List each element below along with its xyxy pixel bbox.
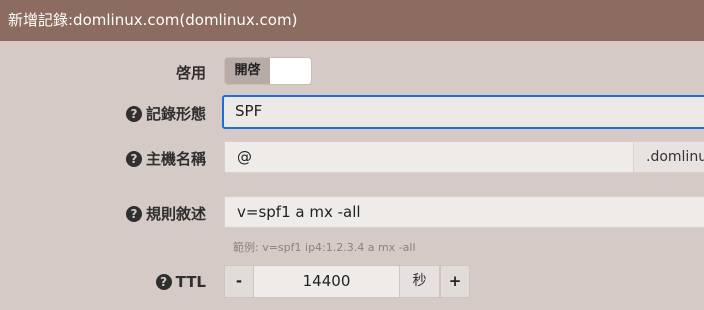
- rule-label: ? 規則敘述: [125, 203, 206, 224]
- ttl-unit: 秒: [399, 265, 440, 298]
- ttl-increment-button[interactable]: +: [440, 265, 470, 298]
- rule-input[interactable]: v=spf1 a mx -all: [224, 196, 704, 228]
- record-type-select[interactable]: SPF: [222, 95, 704, 129]
- question-circle-icon[interactable]: ?: [125, 105, 142, 122]
- question-circle-icon[interactable]: ?: [155, 274, 172, 290]
- hostname-domain-suffix: .domlinux: [633, 141, 704, 173]
- record-type-label-text: 記錄形態: [145, 105, 206, 123]
- ttl-decrement-button[interactable]: -: [224, 265, 254, 298]
- hostname-label-text: 主機名稱: [145, 150, 206, 168]
- question-circle-icon[interactable]: ?: [125, 205, 142, 222]
- rule-hint: 範例: v=spf1 ip4:1.2.3.4 a mx -all: [233, 241, 416, 254]
- rule-label-text: 規則敘述: [145, 205, 206, 223]
- enabled-toggle[interactable]: 開啓: [224, 57, 312, 85]
- hostname-input[interactable]: @: [224, 141, 634, 173]
- question-circle-icon[interactable]: ?: [125, 150, 142, 167]
- enabled-label-text: 啓用: [175, 64, 206, 82]
- ttl-input[interactable]: 14400: [254, 265, 399, 298]
- record-type-label: ? 記錄形態: [125, 103, 206, 124]
- toggle-knob: [270, 58, 311, 84]
- enabled-toggle-label: 開啓: [225, 58, 270, 84]
- enabled-label: 啓用: [176, 62, 206, 83]
- window-title: 新增記錄:domlinux.com(domlinux.com): [0, 0, 704, 41]
- ttl-label: ? TTL: [155, 273, 206, 291]
- hostname-label: ? 主機名稱: [125, 148, 206, 169]
- ttl-label-text: TTL: [175, 273, 206, 291]
